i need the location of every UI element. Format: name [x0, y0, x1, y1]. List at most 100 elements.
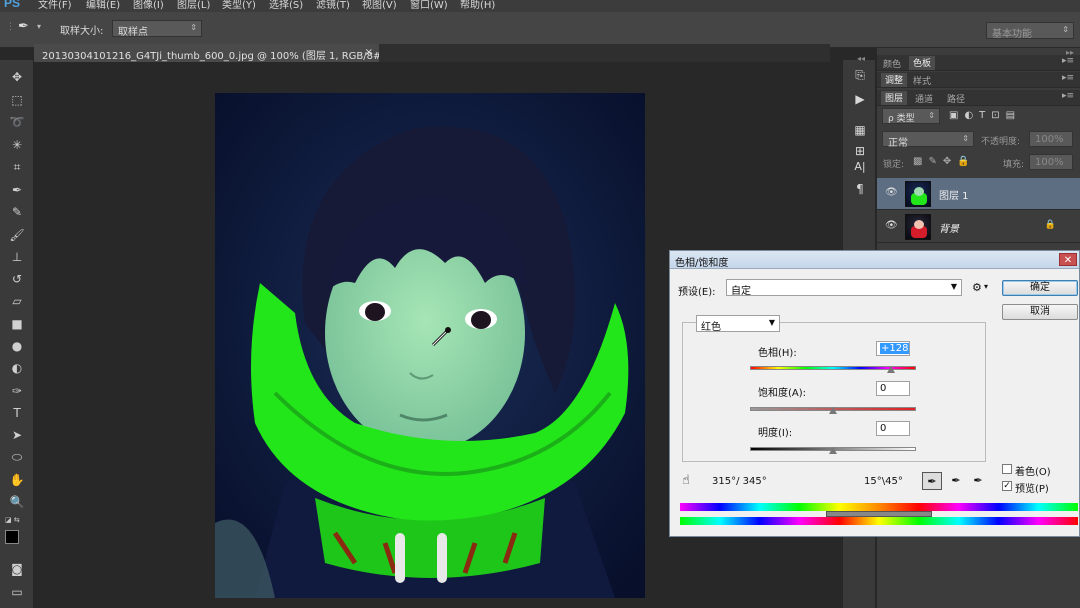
eye-icon[interactable]: 👁: [885, 220, 898, 231]
channel-select[interactable]: 红色 ▼: [696, 315, 780, 333]
close-icon[interactable]: ×: [365, 47, 373, 58]
saturation-input[interactable]: 0: [876, 381, 910, 396]
menu-view[interactable]: 视图(V): [362, 0, 397, 11]
healing-brush-tool-icon[interactable]: ✎: [7, 203, 27, 221]
layer-filter-select[interactable]: ρ 类型 ⇕: [882, 108, 940, 124]
character-panel-icon[interactable]: A|: [851, 160, 869, 176]
crop-tool-icon[interactable]: ⌗: [7, 158, 27, 176]
magic-wand-tool-icon[interactable]: ✳: [7, 136, 27, 154]
channel-value: 红色: [701, 322, 721, 333]
layer-row-background[interactable]: 👁 背景 🔒: [877, 211, 1080, 243]
lasso-tool-icon[interactable]: ➰: [7, 113, 27, 131]
lightness-slider-thumb[interactable]: [829, 447, 837, 454]
hand-tool-icon[interactable]: ✋: [7, 471, 27, 489]
colorize-label[interactable]: 着色(O): [1015, 463, 1051, 478]
output-hue-bar: [680, 517, 1078, 525]
lock-icons[interactable]: ▩✎✥🔒: [913, 156, 976, 167]
menu-layer[interactable]: 图层(L): [177, 0, 210, 11]
type-tool-icon[interactable]: T: [7, 404, 27, 422]
fill-input[interactable]: 100%: [1029, 154, 1073, 170]
lightness-input[interactable]: 0: [876, 421, 910, 436]
collapse-icon[interactable]: ◂◂: [857, 54, 865, 63]
eraser-tool-icon[interactable]: ▱: [7, 292, 27, 310]
tab-color[interactable]: 颜色: [883, 57, 901, 70]
menu-help[interactable]: 帮助(H): [460, 0, 495, 11]
tab-swatches[interactable]: 色板: [909, 56, 936, 70]
path-selection-tool-icon[interactable]: ➤: [7, 426, 27, 444]
gradient-tool-icon[interactable]: ■: [7, 315, 27, 333]
colorize-checkbox[interactable]: [1002, 464, 1012, 474]
chevron-updown-icon: ⇕: [928, 111, 935, 120]
zoom-tool-icon[interactable]: 🔍: [7, 493, 27, 511]
paragraph-panel-icon[interactable]: ¶: [851, 182, 869, 198]
clone-source-panel-icon[interactable]: ⊞: [851, 144, 869, 160]
preview-label[interactable]: 预览(P): [1015, 480, 1049, 495]
close-icon[interactable]: ✕: [1059, 253, 1077, 266]
gear-icon[interactable]: ⚙: [972, 281, 982, 294]
shape-tool-icon[interactable]: ⬭: [7, 448, 27, 466]
tab-styles[interactable]: 样式: [913, 74, 931, 87]
opacity-input[interactable]: 100%: [1029, 131, 1073, 147]
eyedropper-minus-icon[interactable]: ✒: [968, 472, 988, 490]
panel-menu-icon[interactable]: ▸≡: [1062, 73, 1074, 83]
ok-button[interactable]: 确定: [1002, 280, 1078, 296]
eyedropper-tool-icon[interactable]: ✒: [18, 19, 29, 34]
preset-select[interactable]: 自定 ▼: [726, 279, 962, 297]
quick-mask-icon[interactable]: ◙: [7, 560, 27, 578]
adjustment-group: [682, 322, 986, 462]
sample-size-select[interactable]: 取样点 ⇕: [112, 20, 202, 38]
menu-edit[interactable]: 编辑(E): [86, 0, 120, 11]
brush-panel-icon[interactable]: ▦: [851, 123, 869, 139]
marquee-tool-icon[interactable]: ⬚: [7, 91, 27, 109]
actions-panel-icon[interactable]: ▶: [851, 92, 869, 108]
clone-stamp-tool-icon[interactable]: ⊥: [7, 248, 27, 266]
eyedropper-plus-icon[interactable]: ✒: [946, 472, 966, 490]
blend-mode-select[interactable]: 正常 ⇕: [882, 131, 974, 149]
chevron-updown-icon: ⇕: [190, 23, 197, 32]
layer-name[interactable]: 图层 1: [939, 187, 969, 202]
menu-file[interactable]: 文件(F): [38, 0, 72, 11]
chevron-updown-icon: ⇕: [1062, 25, 1069, 34]
document-image[interactable]: [215, 93, 645, 598]
history-brush-tool-icon[interactable]: ↺: [7, 270, 27, 288]
tab-channels[interactable]: 通道: [915, 92, 933, 105]
move-tool-icon[interactable]: ✥: [7, 68, 27, 86]
dialog-title-bar[interactable]: 色相/饱和度 ✕: [670, 251, 1079, 269]
default-colors-icon[interactable]: ◪ ⇆: [5, 516, 20, 524]
workspace-select[interactable]: 基本功能 ⇕: [986, 22, 1074, 40]
document-tab[interactable]: 20130304101216_G4TJi_thumb_600_0.jpg @ 1…: [34, 44, 379, 62]
panel-menu-icon[interactable]: ▸≡: [1062, 56, 1074, 66]
hue-input[interactable]: +128: [876, 341, 910, 356]
menu-image[interactable]: 图像(I): [133, 0, 164, 11]
preview-checkbox[interactable]: ✓: [1002, 481, 1012, 491]
foreground-color-swatch[interactable]: [5, 530, 19, 544]
document-tab-title: 20130304101216_G4TJi_thumb_600_0.jpg @ 1…: [42, 51, 379, 62]
menu-select[interactable]: 选择(S): [269, 0, 303, 11]
screen-mode-icon[interactable]: ▭: [7, 583, 27, 601]
menu-filter[interactable]: 滤镜(T): [316, 0, 350, 11]
tab-adjustments[interactable]: 调整: [881, 73, 908, 87]
panel-menu-icon[interactable]: ▸≡: [1062, 91, 1074, 101]
layer-filter-icons[interactable]: ▣◐T⊡▤: [949, 110, 1021, 121]
tool-preset-dropdown-icon[interactable]: ▾: [37, 22, 41, 31]
cancel-button[interactable]: 取消: [1002, 304, 1078, 320]
menu-type[interactable]: 类型(Y): [222, 0, 256, 11]
brush-tool-icon[interactable]: 🖌: [7, 226, 27, 244]
sample-size-value: 取样点: [118, 27, 148, 38]
eye-icon[interactable]: 👁: [885, 187, 898, 198]
history-panel-icon[interactable]: ⎘: [851, 68, 869, 84]
chevron-down-icon[interactable]: ▾: [984, 282, 988, 291]
saturation-slider-thumb[interactable]: [829, 407, 837, 414]
tab-layers[interactable]: 图层: [881, 91, 908, 105]
eyedropper-tool-icon[interactable]: ✒: [7, 181, 27, 199]
menu-window[interactable]: 窗口(W): [410, 0, 448, 11]
hue-slider-thumb[interactable]: [887, 366, 896, 373]
targeted-adjustment-hand-icon[interactable]: ☝: [682, 473, 690, 488]
eyedropper-icon[interactable]: ✒: [922, 472, 942, 490]
layer-name[interactable]: 背景: [939, 220, 959, 235]
pen-tool-icon[interactable]: ✑: [7, 382, 27, 400]
layer-row-1[interactable]: 👁 图层 1: [877, 178, 1080, 210]
tab-paths[interactable]: 路径: [947, 92, 965, 105]
blur-tool-icon[interactable]: ●: [7, 337, 27, 355]
dodge-tool-icon[interactable]: ◐: [7, 359, 27, 377]
